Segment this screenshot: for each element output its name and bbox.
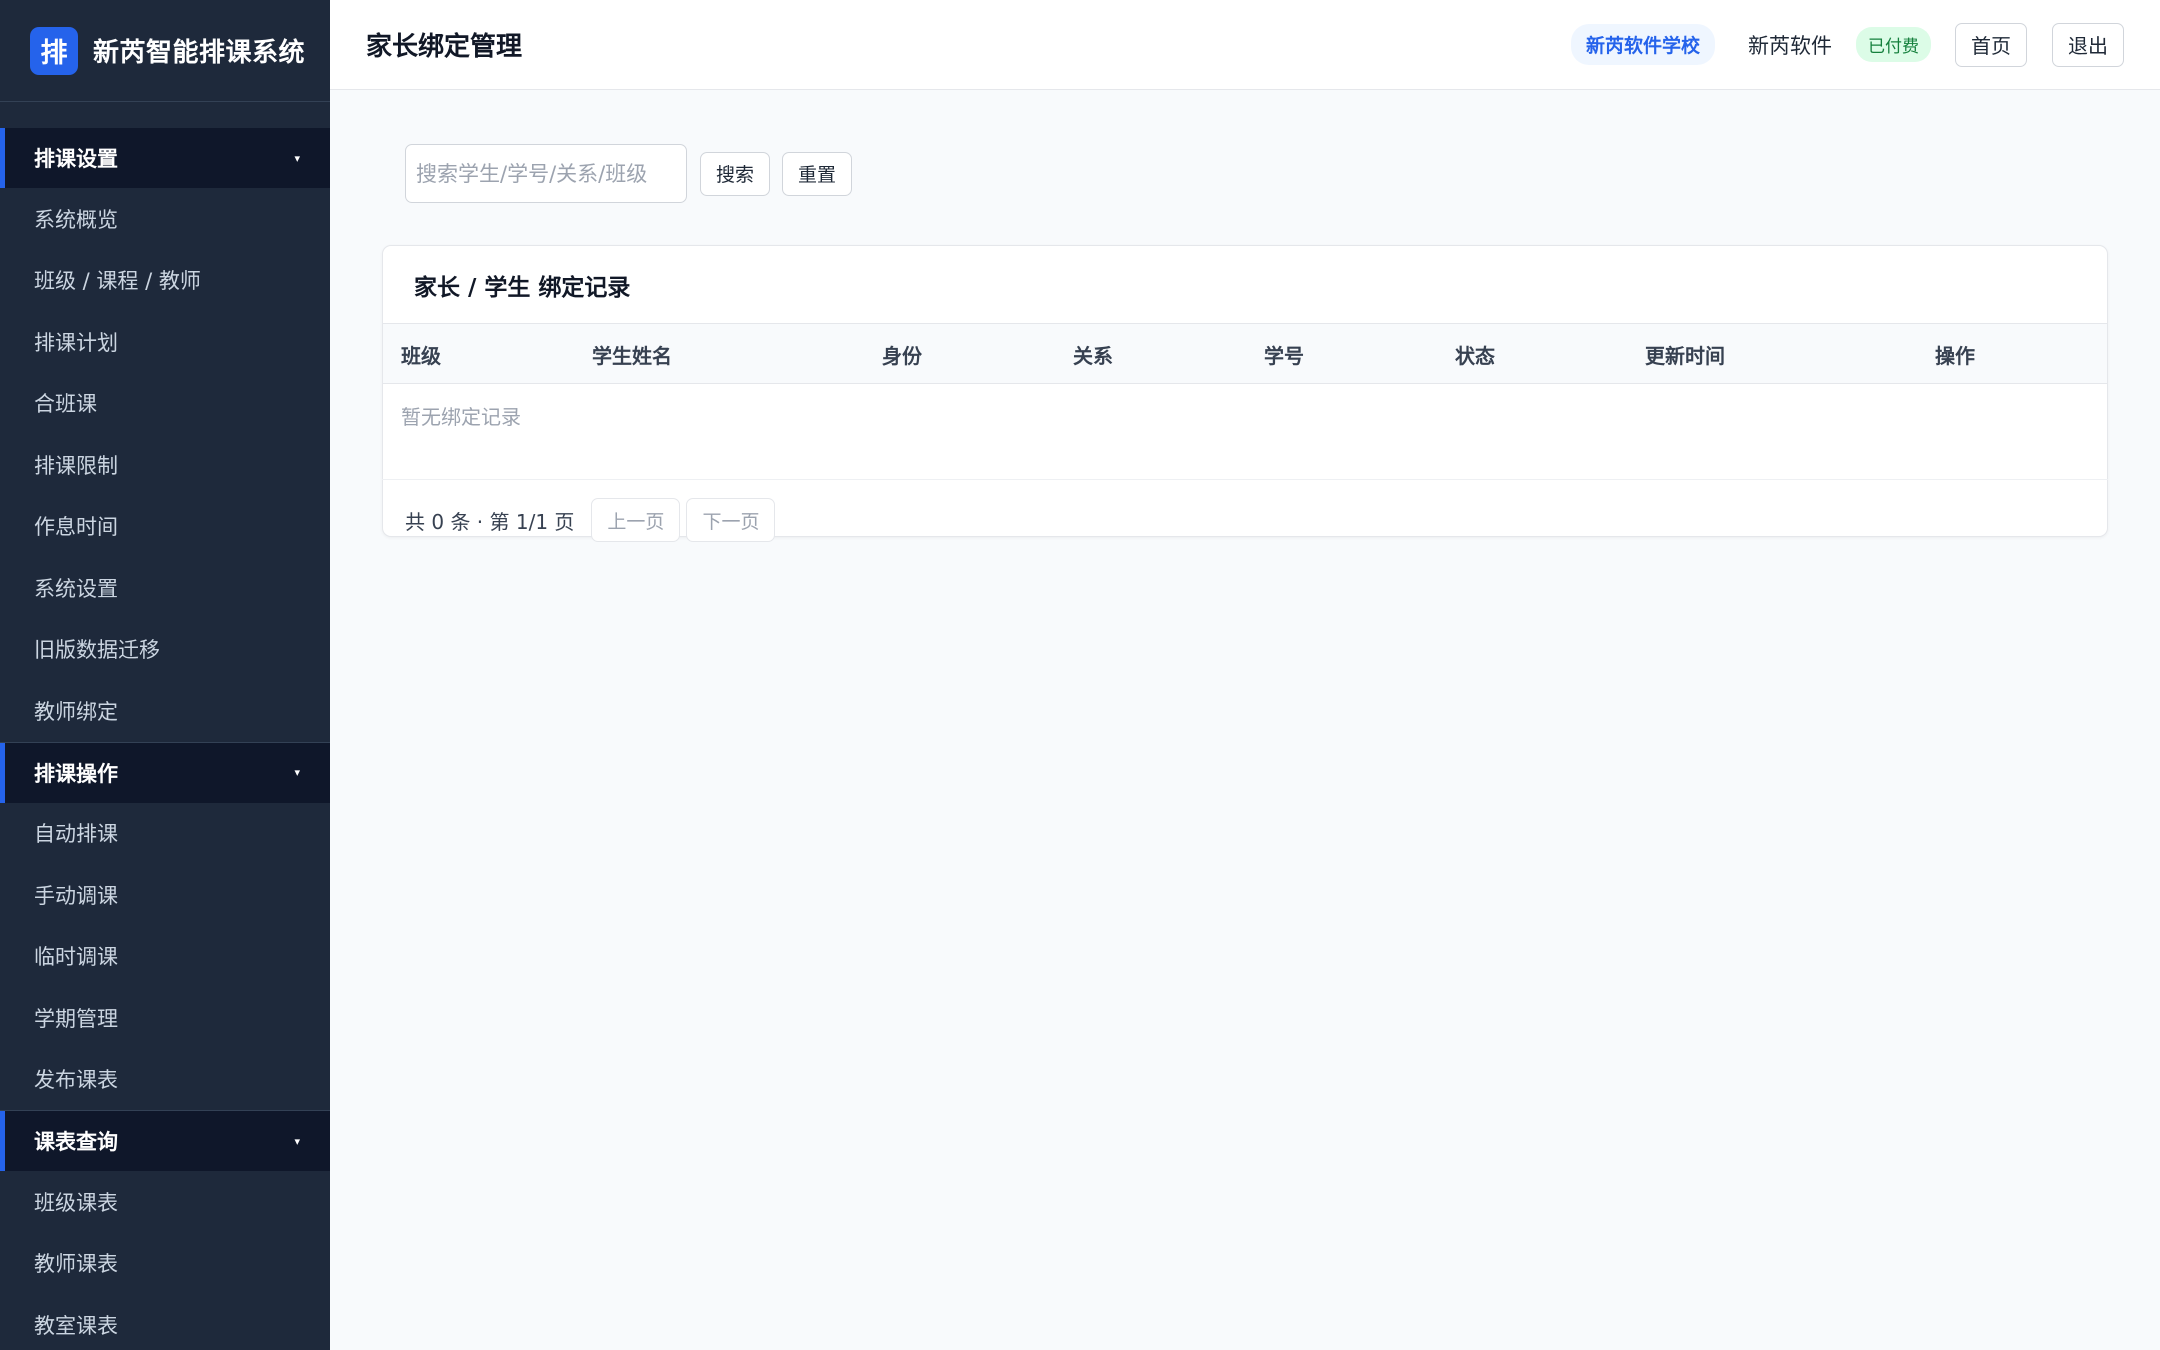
sidebar-item-schedule-plan[interactable]: 排课计划: [0, 311, 330, 373]
column-header-student-name: 学生姓名: [592, 343, 672, 368]
sidebar-item-combined-class[interactable]: 合班课: [0, 373, 330, 435]
status-badge: 已付费: [1856, 27, 1931, 62]
main-content: 搜索 重置 家长 / 学生 绑定记录 班级 学生姓名 身份 关系 学号 状态 更…: [330, 90, 2160, 1350]
sidebar-item-term-management[interactable]: 学期管理: [0, 987, 330, 1049]
binding-records-card: 家长 / 学生 绑定记录 班级 学生姓名 身份 关系 学号 状态 更新时间 操作…: [382, 245, 2108, 537]
search-input[interactable]: [405, 144, 687, 203]
brand-name: 新芮智能排课系统: [93, 38, 306, 68]
nav-group-label: 排课设置: [34, 147, 118, 171]
sidebar-item-teacher-timetable[interactable]: 教师课表: [0, 1233, 330, 1295]
column-header-class: 班级: [401, 343, 441, 368]
nav-group-schedule-ops[interactable]: 排课操作 ▾: [0, 742, 330, 803]
home-button[interactable]: 首页: [1955, 22, 2027, 67]
column-header-relation: 关系: [1073, 343, 1113, 368]
sidebar-item-temp-adjust[interactable]: 临时调课: [0, 926, 330, 988]
sidebar-item-auto-schedule[interactable]: 自动排课: [0, 803, 330, 865]
sidebar-item-class-timetable[interactable]: 班级课表: [0, 1171, 330, 1233]
table-header: 班级 学生姓名 身份 关系 学号 状态 更新时间 操作: [383, 324, 2107, 384]
prev-page-button[interactable]: 上一页: [591, 498, 681, 542]
reset-button[interactable]: 重置: [782, 151, 853, 196]
column-header-student-id: 学号: [1264, 343, 1304, 368]
column-header-actions: 操作: [1935, 343, 1975, 368]
nav-group-schedule-settings[interactable]: 排课设置 ▾: [0, 128, 330, 188]
sidebar-item-legacy-migration[interactable]: 旧版数据迁移: [0, 619, 330, 681]
chevron-down-icon: ▾: [294, 151, 300, 165]
sidebar-item-schedule-limits[interactable]: 排课限制: [0, 434, 330, 496]
top-header: 家长绑定管理 新芮软件学校 新芮软件 已付费 首页 退出: [330, 0, 2160, 90]
sidebar-item-room-timetable[interactable]: 教室课表: [0, 1294, 330, 1350]
brand: 排 新芮智能排课系统: [0, 0, 330, 102]
sidebar-item-overview[interactable]: 系统概览: [0, 188, 330, 250]
brand-logo-icon: 排: [30, 26, 78, 75]
sidebar-item-timetable-hours[interactable]: 作息时间: [0, 496, 330, 558]
table-empty-message: 暂无绑定记录: [401, 404, 521, 429]
sidebar-item-manual-adjust[interactable]: 手动调课: [0, 864, 330, 926]
sidebar-item-teacher-binding[interactable]: 教师绑定: [0, 680, 330, 742]
sidebar-item-system-settings[interactable]: 系统设置: [0, 557, 330, 619]
header-actions: 新芮软件学校 新芮软件 已付费 首页 退出: [1570, 22, 2124, 67]
chevron-down-icon: ▾: [294, 1134, 300, 1148]
page-title: 家长绑定管理: [366, 32, 523, 62]
pagination: 共 0 条 · 第 1/1 页 上一页 下一页: [405, 498, 776, 542]
sidebar-item-class-course-teacher[interactable]: 班级 / 课程 / 教师: [0, 250, 330, 312]
divider: [382, 479, 2108, 480]
search-toolbar: 搜索 重置: [405, 144, 853, 203]
card-title: 家长 / 学生 绑定记录: [383, 246, 2107, 324]
nav-group-label: 课表查询: [34, 1130, 118, 1154]
search-button[interactable]: 搜索: [700, 151, 771, 196]
user-name: 新芮软件: [1748, 33, 1832, 58]
next-page-button[interactable]: 下一页: [686, 498, 776, 542]
chevron-down-icon: ▾: [294, 766, 300, 779]
column-header-identity: 身份: [882, 343, 922, 368]
nav-group-timetable-query[interactable]: 课表查询 ▾: [0, 1111, 330, 1171]
column-header-updated-time: 更新时间: [1645, 343, 1725, 368]
column-header-status: 状态: [1455, 343, 1495, 368]
pagination-info: 共 0 条 · 第 1/1 页: [405, 509, 575, 534]
sidebar-item-publish-timetable[interactable]: 发布课表: [0, 1049, 330, 1111]
logout-button[interactable]: 退出: [2052, 22, 2124, 67]
sidebar: 排 新芮智能排课系统 排课设置 ▾ 系统概览 班级 / 课程 / 教师 排课计划…: [0, 0, 330, 1350]
school-badge: 新芮软件学校: [1570, 24, 1715, 65]
nav-group-label: 排课操作: [34, 761, 118, 786]
